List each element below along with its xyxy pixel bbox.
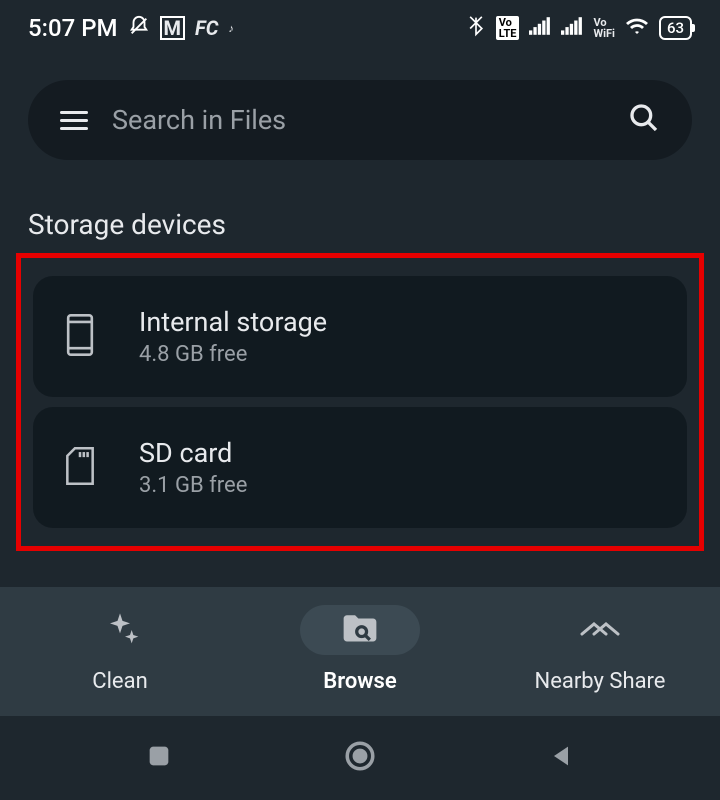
search-placeholder: Search in Files: [112, 104, 604, 136]
storage-name: SD card: [139, 437, 247, 469]
signal-icon-1: [529, 17, 551, 39]
storage-free: 3.1 GB free: [139, 473, 247, 498]
status-bar: 5:07 PM M FC ♪ VoLTE: [0, 0, 720, 56]
signal-icon-2: [561, 17, 583, 39]
storage-text: SD card 3.1 GB free: [139, 437, 247, 498]
music-icon: ♪: [228, 22, 234, 35]
volte-icon: VoLTE: [496, 16, 520, 40]
vowifi-icon: VoWiFi: [593, 17, 614, 39]
status-left: 5:07 PM M FC ♪: [28, 14, 234, 42]
storage-text: Internal storage 4.8 GB free: [139, 306, 327, 367]
search-bar[interactable]: Search in Files: [28, 80, 692, 160]
folder-search-icon: [300, 605, 420, 655]
nav-label: Nearby Share: [535, 669, 666, 694]
highlight-box: Internal storage 4.8 GB free SD card 3.1…: [16, 253, 704, 551]
storage-name: Internal storage: [139, 306, 327, 338]
search-icon[interactable]: [628, 102, 660, 138]
storage-item-sd[interactable]: SD card 3.1 GB free: [33, 407, 687, 528]
storage-item-internal[interactable]: Internal storage 4.8 GB free: [33, 276, 687, 397]
section-title: Storage devices: [0, 184, 720, 253]
phone-icon: [65, 314, 95, 360]
status-right: VoLTE VoWiFi 63: [466, 15, 692, 41]
nav-item-nearby[interactable]: Nearby Share: [481, 605, 719, 694]
sd-card-icon: [65, 447, 95, 489]
back-button[interactable]: [547, 742, 575, 774]
nav-item-browse[interactable]: Browse: [241, 605, 479, 694]
nearby-share-icon: [540, 605, 660, 655]
storage-free: 4.8 GB free: [139, 342, 327, 367]
home-button[interactable]: [343, 739, 377, 777]
bluetooth-icon: [466, 15, 486, 41]
battery-badge: 63: [659, 16, 692, 40]
hamburger-icon[interactable]: [60, 111, 88, 130]
nav-item-clean[interactable]: Clean: [1, 605, 239, 694]
wifi-icon: [625, 16, 649, 40]
nav-label: Clean: [92, 669, 147, 694]
mute-icon: [128, 15, 150, 41]
gmail-icon: M: [160, 16, 186, 40]
system-nav: [0, 716, 720, 800]
sparkle-icon: [60, 605, 180, 655]
fc-icon: FC: [195, 16, 218, 40]
nav-label: Browse: [323, 669, 396, 694]
status-time: 5:07 PM: [28, 14, 118, 42]
bottom-nav: Clean Browse Nearby Share: [0, 587, 720, 716]
recent-apps-button[interactable]: [145, 742, 173, 774]
